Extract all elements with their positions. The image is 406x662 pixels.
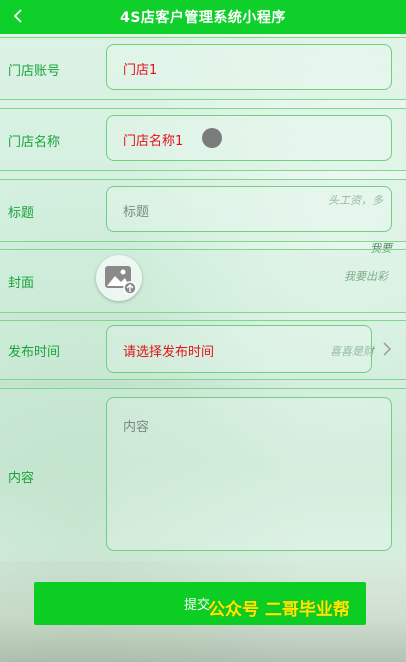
store-account-row: 门店账号 门店1: [0, 37, 406, 100]
store-name-value: 门店名称1: [123, 134, 184, 149]
title-placeholder: 标题: [123, 205, 150, 220]
title-input[interactable]: 标题: [106, 186, 392, 232]
title-label: 标题: [8, 206, 35, 221]
store-account-field[interactable]: 门店1: [106, 44, 392, 90]
store-account-value: 门店1: [123, 63, 158, 78]
back-button[interactable]: [8, 6, 28, 26]
submit-label: 提交: [184, 598, 211, 613]
touch-indicator-icon: [202, 128, 222, 148]
publish-time-placeholder: 请选择发布时间: [123, 345, 215, 360]
publish-time-row: 发布时间 请选择发布时间: [0, 320, 406, 380]
navigation-bar: 4S店客户管理系统小程序: [0, 0, 406, 34]
cover-row: 封面: [0, 249, 406, 313]
cover-upload-button[interactable]: [96, 255, 142, 301]
publish-time-label: 发布时间: [8, 345, 61, 360]
publish-time-picker[interactable]: 请选择发布时间: [106, 325, 372, 373]
watermark-text: 公众号 二哥毕业帮: [208, 600, 350, 620]
store-name-label: 门店名称: [8, 135, 61, 150]
content-textarea[interactable]: 内容: [106, 397, 392, 551]
back-arrow-icon: [13, 9, 22, 23]
chevron-right-icon: [383, 342, 392, 356]
content-row: 内容 内容: [0, 388, 406, 561]
store-name-row: 门店名称 门店名称1: [0, 108, 406, 171]
content-label: 内容: [8, 471, 35, 486]
image-upload-icon: [105, 266, 137, 295]
store-name-field[interactable]: 门店名称1: [106, 115, 392, 161]
content-placeholder: 内容: [123, 420, 150, 435]
page-title: 4S店客户管理系统小程序: [120, 10, 286, 26]
cover-label: 封面: [8, 276, 35, 291]
title-row: 标题 标题: [0, 179, 406, 242]
store-account-label: 门店账号: [8, 64, 61, 79]
